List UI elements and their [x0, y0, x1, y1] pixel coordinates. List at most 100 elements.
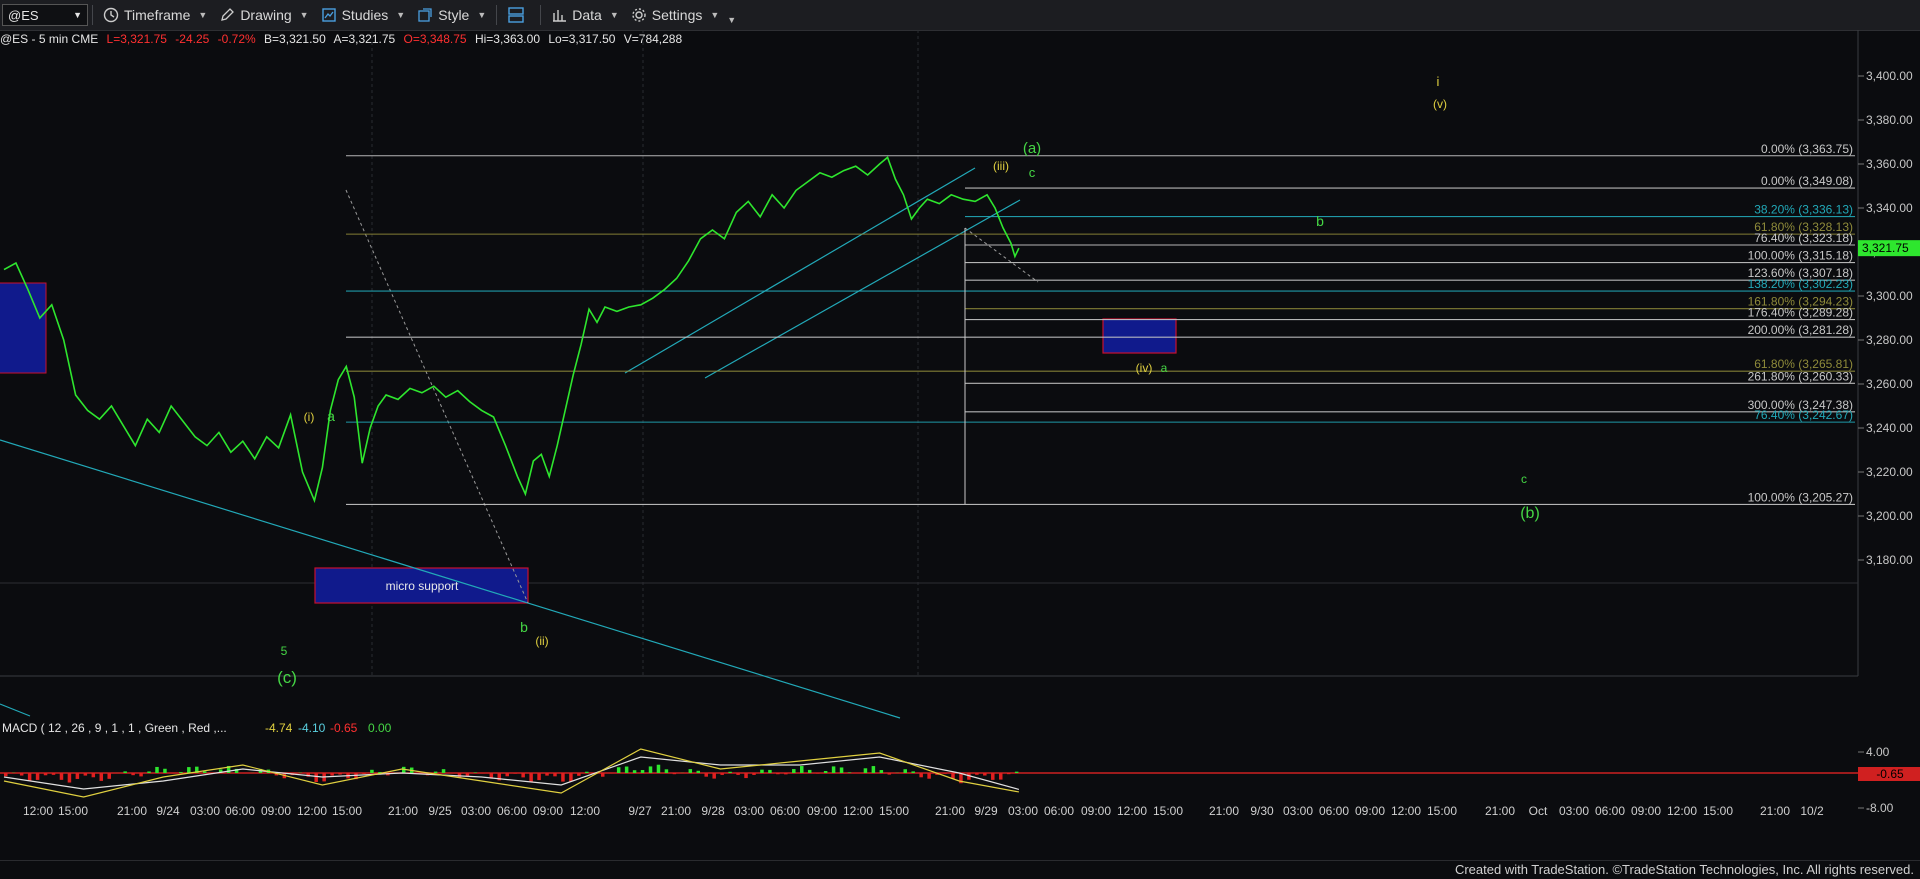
price-line: [3, 156, 1020, 504]
x-tick-label: 10/2: [1800, 804, 1824, 818]
macd-histogram-bar: [577, 773, 581, 776]
y-tick-label: 3,400.00: [1866, 69, 1913, 83]
macd-histogram-bar: [35, 773, 40, 780]
macd-histogram-bar: [879, 770, 884, 773]
macd-histogram-bar: [314, 773, 318, 783]
wave-label: a: [327, 408, 335, 424]
macd-histogram-bar: [187, 767, 191, 773]
x-tick-label: 9/27: [628, 804, 652, 818]
macd-histogram-bar: [784, 773, 788, 775]
macd-histogram-bar: [433, 771, 438, 773]
current-price-value: 3,321.75: [1862, 241, 1909, 255]
x-tick-label: 12:00: [843, 804, 873, 818]
macd-histogram-bar: [1006, 773, 1011, 775]
macd-histogram-bar: [99, 773, 104, 781]
y-tick-label: 3,300.00: [1866, 289, 1913, 303]
macd-histogram-bar: [59, 773, 64, 780]
x-tick-label: 21:00: [388, 804, 418, 818]
macd-histogram-bar: [569, 773, 573, 782]
x-tick-label: 9/29: [974, 804, 998, 818]
x-tick-label: 15:00: [58, 804, 88, 818]
macd-histogram-bar: [83, 773, 88, 776]
macd-histogram-bar: [760, 769, 764, 773]
macd-histogram-bar: [330, 773, 334, 776]
fib-level-label: 76.40% (3,242.67): [1754, 408, 1853, 422]
x-tick-label: 03:00: [190, 804, 220, 818]
macd-histogram-bar: [545, 773, 549, 776]
x-tick-label: 21:00: [661, 804, 691, 818]
macd-histogram-bar: [362, 773, 366, 774]
y-tick-label: 3,340.00: [1866, 201, 1913, 215]
x-tick-label: 12:00: [1117, 804, 1147, 818]
macd-histogram-bar: [664, 769, 669, 773]
wave-label: b: [520, 619, 528, 635]
macd-histogram-bar: [537, 773, 541, 781]
macd-histogram-bar: [155, 766, 159, 773]
macd-value: 0.00: [368, 721, 392, 735]
x-tick-label: 15:00: [1703, 804, 1733, 818]
macd-histogram-bar: [616, 767, 621, 773]
macd-histogram-bar: [752, 773, 756, 775]
macd-histogram-bar: [4, 773, 8, 777]
macd-histogram-bar: [338, 773, 342, 775]
macd-histogram-bar: [529, 773, 533, 782]
macd-histogram-bar: [704, 773, 708, 777]
macd-value: -4.10: [298, 721, 326, 735]
macd-histogram-bar: [656, 764, 661, 773]
x-tick-label: 21:00: [1760, 804, 1790, 818]
wave-label: (i): [304, 410, 315, 424]
y-tick-label: 3,360.00: [1866, 157, 1913, 171]
macd-histogram-bar: [975, 773, 979, 775]
macd-histogram-bar: [776, 773, 780, 775]
macd-value: -0.65: [330, 721, 358, 735]
x-tick-label: 09:00: [1355, 804, 1385, 818]
x-tick-label: 06:00: [225, 804, 255, 818]
wave-label: (iv): [1136, 361, 1153, 375]
macd-histogram-bar: [1014, 771, 1019, 773]
x-tick-label: 09:00: [1081, 804, 1111, 818]
wave-label: i: [1437, 74, 1440, 89]
x-tick-label: 21:00: [935, 804, 965, 818]
x-tick-label: 12:00: [297, 804, 327, 818]
macd-histogram-bar: [847, 772, 852, 773]
fib-level-label: 176.40% (3,289.28): [1748, 306, 1853, 320]
micro-support-label: micro support: [386, 579, 459, 593]
x-tick-label: 06:00: [497, 804, 527, 818]
macd-histogram-bar: [648, 766, 653, 773]
macd-histogram-bar: [131, 773, 135, 776]
macd-histogram-bar: [831, 766, 836, 773]
trendline: [0, 703, 31, 717]
macd-histogram-bar: [744, 773, 748, 779]
x-tick-label: Oct: [1529, 804, 1548, 818]
macd-histogram-bar: [27, 773, 32, 781]
macd-histogram-bar: [67, 773, 72, 783]
macd-histogram-bar: [871, 766, 876, 773]
macd-histogram-bar: [441, 769, 446, 773]
macd-histogram-bar: [75, 773, 80, 779]
x-tick-label: 09:00: [807, 804, 837, 818]
y-tick-label: 3,380.00: [1866, 113, 1913, 127]
macd-histogram-bar: [91, 773, 96, 778]
fib-level-label: 138.20% (3,302.23): [1748, 277, 1853, 291]
x-tick-label: 06:00: [1595, 804, 1625, 818]
macd-histogram-bar: [505, 773, 509, 777]
fib-level-label: 38.20% (3,336.13): [1754, 203, 1853, 217]
channel-line-lower: [704, 199, 1021, 379]
dotted-fib-guide: [964, 227, 1039, 283]
price-chart[interactable]: 3,400.003,380.003,360.003,340.003,320.00…: [0, 0, 1920, 879]
fib-level-label: 200.00% (3,281.28): [1748, 323, 1853, 337]
x-tick-label: 12:00: [1391, 804, 1421, 818]
fib-level-label: 0.00% (3,349.08): [1761, 174, 1853, 188]
copyright-footer: Created with TradeStation. ©TradeStation…: [1454, 862, 1914, 877]
wave-label: b: [1316, 213, 1324, 229]
wave-label: (c): [277, 668, 297, 687]
y-tick-label: 3,200.00: [1866, 509, 1913, 523]
wave-label: (b): [1520, 505, 1540, 522]
macd-histogram-bar: [736, 773, 740, 775]
wave-label: 5: [281, 644, 288, 658]
macd-histogram-bar: [839, 767, 844, 773]
macd-histogram-bar: [672, 773, 677, 775]
channel-line-upper: [624, 167, 976, 374]
wave-label: (ii): [535, 634, 548, 648]
x-tick-label: 21:00: [1209, 804, 1239, 818]
